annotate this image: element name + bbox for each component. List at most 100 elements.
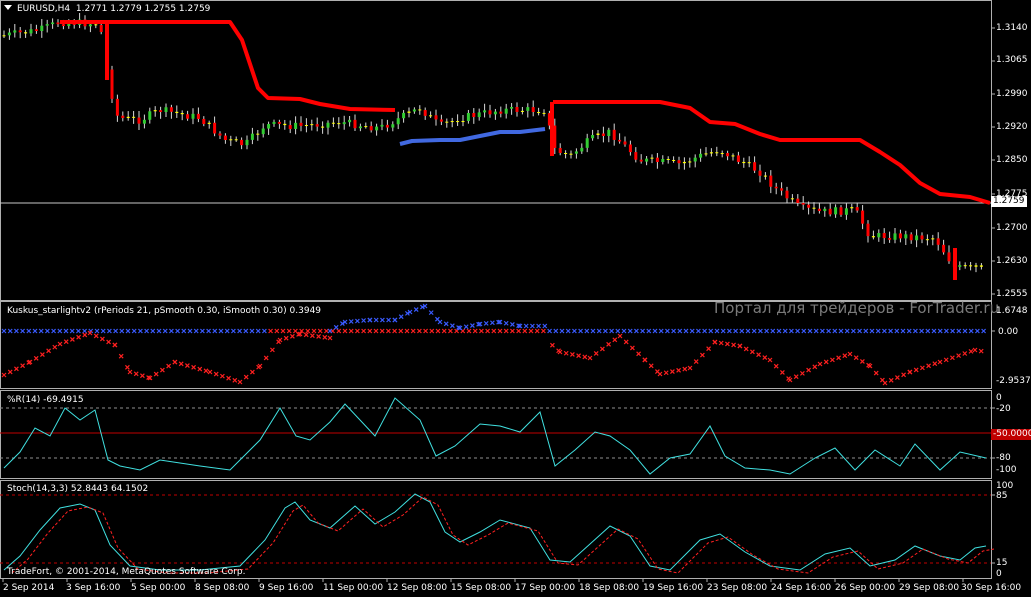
kuskus-marker [303, 332, 309, 338]
price-label: 1.3065 [996, 55, 1028, 65]
collapse-arrow-icon[interactable] [4, 5, 12, 10]
kuskus-marker [224, 328, 230, 334]
kuskus-marker [243, 328, 249, 334]
kuskus-marker [640, 328, 646, 334]
kuskus-marker [931, 328, 937, 334]
stoch-main-line [3, 493, 987, 571]
candle-body [294, 122, 298, 129]
kuskus-marker [962, 351, 968, 356]
candle-body [763, 175, 767, 177]
kuskus-marker [159, 367, 165, 373]
oscillator-lines [3, 397, 995, 574]
kuskus-marker [106, 339, 112, 345]
candle-body [866, 223, 870, 237]
kuskus-marker [913, 367, 919, 373]
kuskus-marker [20, 363, 26, 369]
candle-body [153, 110, 157, 112]
kuskus-marker [187, 328, 193, 334]
kuskus-marker [255, 328, 261, 334]
kuskus-marker [627, 328, 633, 334]
kuskus-marker [949, 355, 955, 361]
kuskus-marker [131, 328, 137, 334]
candle-body [45, 24, 49, 26]
kuskus-marker [919, 328, 925, 334]
trail-red-line [553, 100, 991, 205]
kuskus-marker [629, 345, 635, 351]
kuskus-marker [172, 359, 178, 365]
kuskus-marker [503, 328, 509, 334]
wpr-line [3, 397, 987, 475]
candle-body [580, 147, 584, 152]
candle-body [531, 107, 535, 113]
time-label: 26 Sep 00:00 [835, 583, 896, 593]
candle-body [947, 252, 951, 262]
symbol-title: EURUSD,H4 1.2771 1.2779 1.2755 1.2759 [17, 4, 211, 14]
kuskus-marker [150, 328, 156, 334]
kuskus-marker [305, 328, 311, 334]
kuskus-marker [932, 361, 938, 367]
kuskus-marker [652, 328, 658, 334]
kuskus-marker [712, 339, 718, 345]
kuskus-marker [437, 319, 443, 325]
candle-body [526, 107, 530, 111]
kuskus-marker [156, 328, 162, 334]
kuskus-marker [706, 346, 712, 352]
kuskus-marker [354, 328, 360, 334]
wpr-axis-label: -80 [996, 453, 1011, 463]
candle-body [634, 152, 638, 160]
candle-body [229, 139, 233, 141]
candle-body [450, 121, 454, 123]
kuskus-marker [832, 328, 838, 334]
candle-body [591, 134, 595, 139]
kuskus-marker [385, 328, 391, 334]
kuskus-marker [863, 328, 869, 334]
candle-body [331, 122, 335, 124]
candle-body [812, 207, 816, 209]
kuskus-marker [829, 357, 835, 363]
kuskus-marker [168, 328, 174, 334]
candle-body [742, 161, 746, 164]
kuskus-marker [657, 371, 663, 377]
candle-body [461, 120, 465, 123]
kuskus-marker [1, 372, 7, 378]
candle-body [272, 121, 276, 124]
kuskus-marker [13, 366, 19, 372]
kuskus-marker [788, 328, 794, 334]
candle-body [51, 22, 55, 25]
candle-body [24, 32, 28, 34]
kuskus-marker [469, 323, 475, 328]
candle-body [726, 153, 730, 157]
kuskus-marker [812, 364, 818, 370]
kuskus-marker [144, 328, 150, 334]
kuskus-marker [724, 341, 730, 347]
candle-body [801, 202, 805, 205]
price-label: 1.3140 [996, 23, 1028, 33]
candle-body [558, 147, 562, 153]
candle-body [904, 234, 908, 239]
kuskus-marker [767, 357, 773, 363]
candle-body [137, 117, 141, 124]
candle-body [169, 107, 173, 112]
price-label: 1.2555 [996, 289, 1028, 299]
kuskus-marker [213, 371, 219, 377]
candle-body [375, 126, 379, 131]
wpr-level-tag: -50.0000 [991, 429, 1031, 440]
candle-body [569, 153, 573, 155]
candle-body [655, 157, 659, 163]
candle-body [402, 112, 406, 119]
kuskus-marker [336, 328, 342, 334]
candle-body [850, 207, 854, 209]
kuskus-marker [733, 328, 739, 334]
candle-body [488, 110, 492, 115]
trail-blue-line [399, 127, 546, 146]
candle-body [175, 111, 179, 114]
kuskus-marker [968, 328, 974, 334]
kuskus-marker [32, 328, 38, 334]
kuskus-marker [926, 363, 932, 369]
kuskus-marker [139, 373, 145, 379]
kuskus-marker [757, 328, 763, 334]
kuskus-marker [309, 333, 315, 339]
candle-body [953, 248, 957, 280]
kuskus-marker [956, 328, 962, 334]
kuskus-marker [7, 369, 13, 375]
